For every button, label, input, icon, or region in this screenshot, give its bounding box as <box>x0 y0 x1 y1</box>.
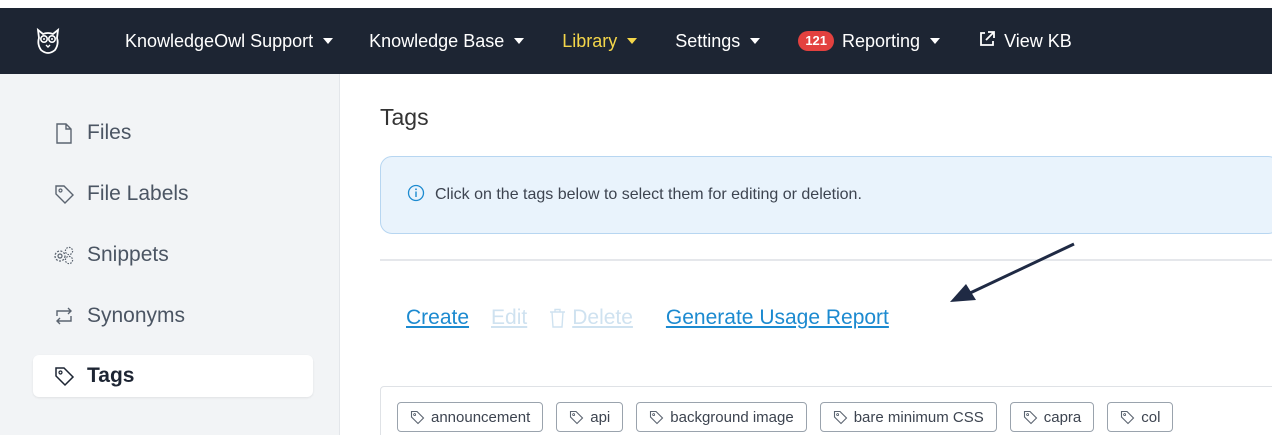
tag-label: background image <box>670 408 794 426</box>
nav-library[interactable]: Library <box>562 30 638 52</box>
trash-icon <box>550 308 566 328</box>
sidebar-item-label: Synonyms <box>87 304 186 327</box>
sidebar-item-label: Tags <box>87 364 135 387</box>
generate-usage-report-button[interactable]: Generate Usage Report <box>666 306 889 330</box>
reporting-count-badge: 121 <box>798 31 835 51</box>
gears-icon <box>53 244 75 266</box>
caret-down-icon <box>323 38 334 44</box>
tag-chip[interactable]: col <box>1107 402 1174 432</box>
sidebar-item-snippets[interactable]: Snippets <box>33 234 313 276</box>
tag-label: col <box>1141 408 1161 426</box>
section-divider <box>380 259 1272 261</box>
tag-icon <box>570 410 584 424</box>
tag-label: api <box>590 408 611 426</box>
library-sidebar: Files File Labels Snippets Synonyms Tags <box>0 74 340 435</box>
tag-label: capra <box>1043 408 1082 426</box>
annotation-arrow <box>950 242 1075 302</box>
tag-chip[interactable]: background image <box>636 402 807 432</box>
nav-settings[interactable]: Settings <box>675 30 761 52</box>
create-button[interactable]: Create <box>406 306 469 330</box>
main-content: Tags Click on the tags below to select t… <box>340 74 1272 435</box>
sidebar-item-label: Snippets <box>87 243 169 266</box>
nav-knowledge-base[interactable]: Knowledge Base <box>369 30 525 52</box>
tag-icon <box>53 365 75 387</box>
nav-label: Library <box>562 30 618 51</box>
nav-label: Reporting <box>842 30 921 51</box>
sidebar-item-file-labels[interactable]: File Labels <box>33 173 313 215</box>
tag-icon <box>833 410 847 424</box>
sidebar-item-files[interactable]: Files <box>33 112 313 154</box>
alert-text: Click on the tags below to select them f… <box>435 186 862 203</box>
caret-down-icon <box>514 38 525 44</box>
nav-label: View KB <box>1004 30 1072 51</box>
tag-icon <box>1121 410 1135 424</box>
sidebar-item-tags[interactable]: Tags <box>33 355 313 397</box>
info-alert: Click on the tags below to select them f… <box>380 156 1272 234</box>
nav-knowledgeowl-support[interactable]: KnowledgeOwl Support <box>125 30 334 52</box>
edit-button[interactable]: Edit <box>491 306 527 330</box>
info-icon <box>407 184 425 207</box>
caret-down-icon <box>930 38 941 44</box>
tag-icon <box>1023 410 1038 424</box>
tag-icon <box>650 410 664 424</box>
delete-label: Delete <box>572 306 633 329</box>
page-title: Tags <box>380 104 429 130</box>
sidebar-item-label: Files <box>87 121 132 144</box>
swap-arrows-icon <box>53 305 75 327</box>
tag-icon <box>53 183 75 205</box>
delete-button[interactable]: Delete <box>549 306 633 330</box>
nav-label: Knowledge Base <box>369 30 505 51</box>
nav-label: KnowledgeOwl Support <box>125 30 314 51</box>
sidebar-item-synonyms[interactable]: Synonyms <box>33 295 313 337</box>
tag-icon <box>410 410 425 424</box>
nav-label: Settings <box>675 30 741 51</box>
tag-chip[interactable]: bare minimum CSS <box>819 402 997 432</box>
tag-chip[interactable]: announcement <box>397 402 544 432</box>
top-navbar: KnowledgeOwl Support Knowledge Base Libr… <box>0 8 1272 74</box>
tag-chip[interactable]: api <box>556 402 624 432</box>
tag-label: bare minimum CSS <box>853 408 984 426</box>
tag-chip[interactable]: capra <box>1009 402 1095 432</box>
tag-actions: Create Edit Delete Generate Usage Report <box>406 306 889 330</box>
owl-logo-icon[interactable] <box>0 8 96 74</box>
caret-down-icon <box>627 38 638 44</box>
nav-reporting[interactable]: 121 Reporting <box>798 30 941 52</box>
tag-list-box: announcement api background image bare m… <box>380 386 1272 435</box>
top-strip <box>0 0 1272 8</box>
tag-label: announcement <box>431 408 531 426</box>
nav-view-kb[interactable]: View KB <box>978 30 1072 53</box>
external-link-icon <box>978 30 996 53</box>
sidebar-item-label: File Labels <box>87 182 189 205</box>
caret-down-icon <box>750 38 761 44</box>
file-icon <box>53 122 75 144</box>
